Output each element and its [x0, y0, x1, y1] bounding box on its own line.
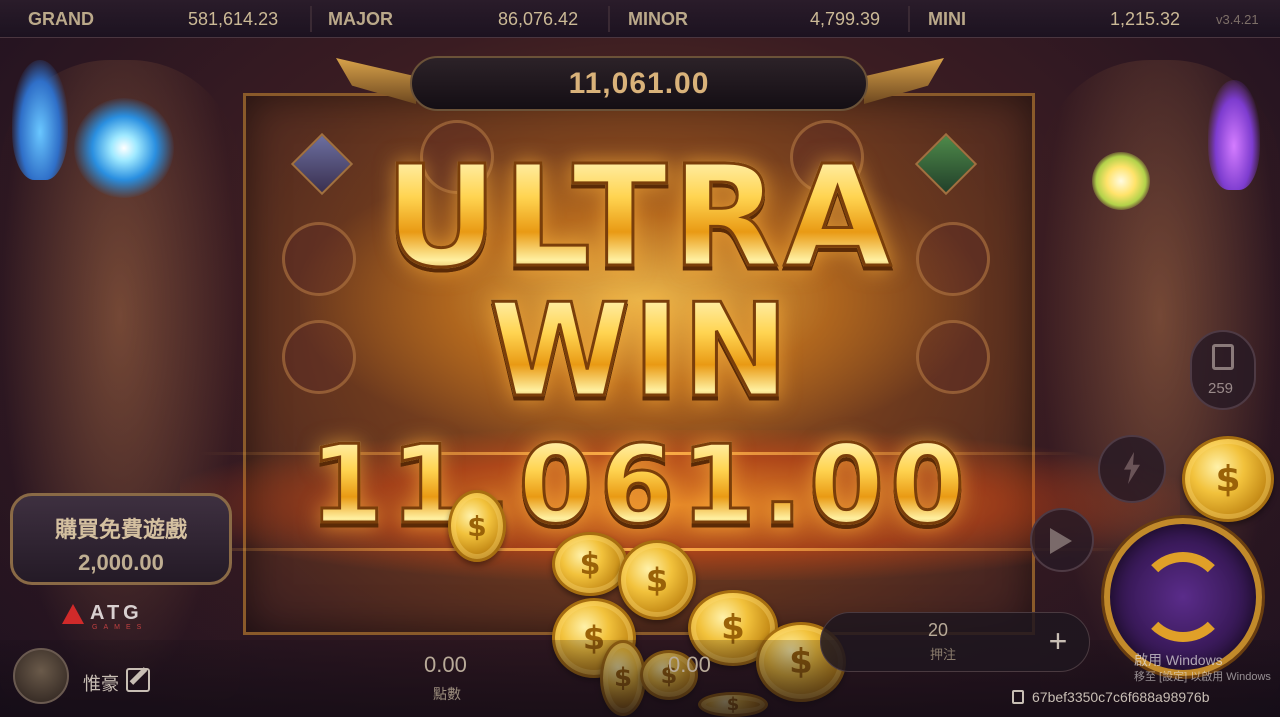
buy-free-games-price: 2,000.00 [78, 550, 164, 575]
copy-icon[interactable] [1012, 690, 1024, 704]
jackpot-divider [908, 6, 910, 32]
total-win-display: 11,061.00 [410, 56, 868, 111]
player-name: 惟豪 [83, 674, 119, 694]
jackpot-divider [608, 6, 610, 32]
edit-icon[interactable] [126, 668, 150, 692]
gold-coin: $ [618, 540, 696, 620]
jackpot-mini-value: 1,215.32 [1110, 9, 1181, 29]
session-id[interactable]: 67bef3350c7c6f688a98976b [1032, 689, 1210, 705]
increase-bet-button[interactable]: + [1038, 622, 1078, 662]
windows-activation-subtitle: 移至 [設定] 以啟用 Windows [1134, 671, 1271, 683]
buy-free-games-button[interactable]: 購買免費遊戲 2,000.00 [10, 493, 232, 585]
gold-coin: $ [448, 490, 506, 562]
atg-logo-mark [62, 604, 84, 624]
blue-energy-orb [74, 98, 174, 198]
history-icon [1212, 344, 1234, 370]
player-avatar[interactable] [13, 648, 69, 704]
spin-icon [1138, 552, 1228, 642]
jackpot-major-label: MAJOR [328, 9, 394, 29]
gold-coin: $ [1182, 436, 1274, 522]
gold-energy-orb [1092, 152, 1150, 210]
jackpot-major-value: 86,076.42 [498, 9, 579, 29]
jackpot-minor-label: MINOR [628, 9, 688, 29]
history-count: 259 [1208, 380, 1234, 397]
win-value: 0.00 [668, 652, 711, 677]
atg-logo-subtext: GAMES [92, 624, 148, 631]
jackpot-mini-label: MINI [928, 9, 966, 29]
version-label: v3.4.21 [1216, 12, 1259, 27]
gold-coin: $ [552, 532, 628, 596]
bet-lines-label: 押注 [930, 647, 957, 662]
jackpot-bar: GRAND 581,614.23 MAJOR 86,076.42 MINOR 4… [0, 0, 1280, 38]
jackpot-grand-label: GRAND [28, 9, 94, 29]
win-title: WIN [0, 286, 1280, 417]
points-value: 0.00 [424, 652, 467, 677]
atg-logo: ATG GAMES [62, 602, 182, 632]
history-button[interactable] [1190, 330, 1256, 410]
bet-lines-value: 20 [928, 620, 949, 640]
jackpot-minor-value: 4,799.39 [810, 9, 881, 29]
auto-play-icon [1050, 528, 1072, 554]
points-label: 點數 [433, 686, 461, 702]
windows-activation-title: 啟用 Windows [1134, 652, 1223, 668]
buy-free-games-label: 購買免費遊戲 [54, 517, 187, 542]
jackpot-grand-value: 581,614.23 [188, 9, 279, 29]
ultra-title: ULTRA [0, 146, 1280, 289]
atg-logo-text: ATG [90, 602, 143, 624]
jackpot-divider [310, 6, 312, 32]
